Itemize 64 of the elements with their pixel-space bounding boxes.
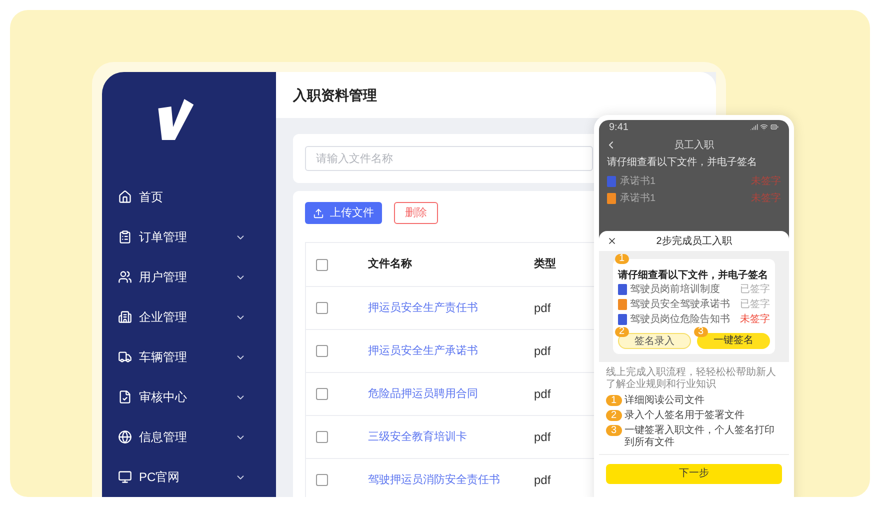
sidebar-item[interactable]: 审核中心 <box>102 377 276 417</box>
file-row[interactable]: 承诺书1 未签字 <box>607 190 781 207</box>
search-field[interactable]: 请输入文件名称 <box>305 146 593 171</box>
upload-icon <box>313 208 324 218</box>
step-badge: 3 <box>694 327 708 337</box>
status-icons <box>750 123 779 131</box>
file-link[interactable]: 三级安全教育培训卡 <box>368 430 467 443</box>
document-row[interactable]: 驾驶员岗前培训制度 已签字 <box>618 282 770 297</box>
close-icon[interactable] <box>607 236 617 246</box>
file-link[interactable]: 押运员安全生产承诺书 <box>368 344 478 357</box>
checkbox[interactable] <box>316 474 328 486</box>
step-badge: 2 <box>606 410 622 421</box>
description-text: 线上完成入职流程，轻轻松松帮助新人了解企业规则和行业知识 <box>605 367 777 391</box>
step-badge: 1 <box>615 254 629 264</box>
sidebar-item[interactable]: 企业管理 <box>102 297 276 337</box>
table-cell-text: pdf <box>534 386 551 403</box>
table-cell-text: pdf <box>534 472 551 489</box>
step-badge: 2 <box>615 327 629 337</box>
sheet-title: 2步完成员工入职 <box>655 234 733 248</box>
sidebar-item[interactable]: 订单管理 <box>102 217 276 257</box>
checkbox[interactable] <box>316 388 328 400</box>
sidebar-item[interactable]: 车辆管理 <box>102 337 276 377</box>
action-button[interactable]: 签名录入 <box>618 333 691 349</box>
sidebar-item[interactable]: 首页 <box>102 177 276 217</box>
users-icon <box>118 270 132 284</box>
file-link[interactable]: 驾驶押运员消防安全责任书 <box>368 474 500 486</box>
monitor-icon <box>118 470 132 484</box>
table-cell-text: pdf <box>534 300 551 317</box>
document-row[interactable]: 驾驶员安全驾驶承诺书 已签字 <box>618 297 770 312</box>
file-link[interactable]: 危险品押运员聘用合同 <box>368 388 478 400</box>
checkbox[interactable] <box>316 302 328 314</box>
action-button[interactable]: 一键签名 <box>697 333 770 349</box>
step-badge: 1 <box>606 395 622 406</box>
step-text: 一键签署入职文件，个人签名打印到所有文件 <box>624 425 776 449</box>
sidebar-item[interactable]: PC官网 <box>102 457 276 497</box>
step-text: 录入个人签名用于签署文件 <box>624 410 745 422</box>
truck-icon <box>118 350 132 364</box>
building-icon <box>118 310 132 324</box>
step-badge: 3 <box>606 425 622 436</box>
page-title: 入职资料管理 <box>293 86 377 104</box>
clipboard-icon <box>118 230 132 244</box>
nav-title: 员工入职 <box>673 138 715 152</box>
checkbox[interactable] <box>316 431 328 443</box>
sidebar-item[interactable]: 用户管理 <box>102 257 276 297</box>
delete-button[interactable]: 删除 <box>394 202 438 224</box>
column-header: 文件名称 <box>368 256 413 272</box>
instruction-text: 请仔细查看以下文件，并电子签名 <box>606 156 758 170</box>
file-row[interactable]: 承诺书1 未签字 <box>607 173 781 190</box>
upload-button[interactable]: 上传文件 <box>305 202 382 224</box>
step-text: 详细阅读公司文件 <box>624 395 705 407</box>
checkbox[interactable] <box>316 345 328 357</box>
document-check-icon <box>118 390 132 404</box>
file-link[interactable]: 押运员安全生产责任书 <box>368 302 478 314</box>
table-cell-text: pdf <box>534 429 551 446</box>
globe-icon <box>118 430 132 444</box>
sidebar-item[interactable]: 信息管理 <box>102 417 276 457</box>
card-heading: 请仔细查看以下文件，并电子签名 <box>618 269 769 282</box>
home-icon <box>118 190 132 204</box>
next-button[interactable]: 下一步 <box>606 464 782 484</box>
column-header: 类型 <box>534 256 556 272</box>
status-time: 9:41 <box>609 120 628 134</box>
document-row[interactable]: 驾驶员岗位危险告知书 未签字 <box>618 312 770 327</box>
table-cell-text: pdf <box>534 343 551 360</box>
checkbox[interactable] <box>316 258 328 270</box>
